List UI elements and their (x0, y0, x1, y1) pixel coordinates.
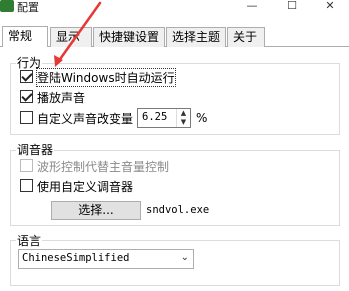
custom-volume-checkbox[interactable] (20, 111, 33, 124)
window-title: 配置 (17, 1, 39, 14)
startup-label[interactable]: 登陆Windows时自动运行 (36, 68, 176, 87)
tab-general[interactable]: 常规 (2, 26, 48, 47)
title-bar: 配置 — ☐ ✕ (0, 0, 349, 14)
maximize-button[interactable]: ☐ (272, 0, 312, 14)
language-select[interactable]: ChineseSimplified ⌄ (18, 249, 194, 269)
close-button[interactable]: ✕ (310, 0, 349, 14)
volume-step-spinner[interactable]: 6.25 ▲ ▼ (137, 108, 191, 128)
volume-step-value[interactable]: 6.25 (142, 111, 167, 123)
custom-volume-label[interactable]: 自定义声音改变量 (37, 110, 133, 127)
tab-about[interactable]: 关于 (227, 27, 265, 47)
mixer-group-title: 调音器 (16, 141, 55, 158)
volume-step-unit: % (196, 111, 208, 125)
custom-mixer-checkbox[interactable] (20, 179, 33, 192)
spinner-down-icon[interactable]: ▼ (177, 118, 190, 127)
tab-hotkeys[interactable]: 快捷键设置 (93, 27, 165, 47)
tab-strip: 常规 显示 快捷键设置 选择主题 关于 (0, 26, 349, 47)
waveform-checkbox[interactable] (20, 159, 33, 172)
chevron-down-icon[interactable]: ⌄ (181, 252, 189, 263)
minimize-button[interactable]: — (232, 0, 272, 14)
waveform-label: 波形控制代替主音量控制 (37, 160, 170, 174)
mixer-path: sndvol.exe (146, 204, 210, 216)
tab-display[interactable]: 显示 (50, 27, 92, 47)
play-sound-checkbox[interactable] (20, 90, 33, 103)
browse-mixer-button[interactable]: 选择... (51, 201, 141, 220)
spinner-up-icon[interactable]: ▲ (177, 109, 190, 118)
tab-theme[interactable]: 选择主题 (166, 27, 226, 47)
language-group-title: 语言 (16, 232, 43, 249)
play-sound-label[interactable]: 播放声音 (37, 89, 85, 106)
custom-mixer-label[interactable]: 使用自定义调音器 (37, 178, 133, 195)
startup-checkbox[interactable] (20, 70, 33, 83)
language-select-value[interactable]: ChineseSimplified (22, 252, 129, 264)
app-icon (0, 0, 14, 12)
spinner-arrows[interactable]: ▲ ▼ (176, 109, 190, 127)
